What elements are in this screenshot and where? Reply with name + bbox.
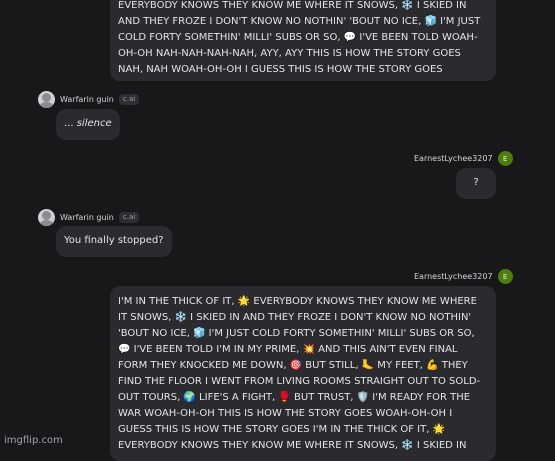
message-header-user: EarnestLychee3207 E — [414, 151, 513, 166]
message-header-user: EarnestLychee3207 E — [414, 269, 513, 284]
message-bubble-user: I'M IN THE THICK OF IT, 🌟 EVERYBODY KNOW… — [110, 286, 496, 461]
message-bubble-user-top: EVERYBODY KNOWS THEY KNOW ME WHERE IT SN… — [110, 0, 496, 81]
message-header-bot: Warfarin guin c.ai — [38, 91, 140, 108]
message-text: EVERYBODY KNOWS THEY KNOW ME WHERE IT SN… — [118, 0, 481, 75]
message-text: silence — [76, 118, 112, 129]
sender-name[interactable]: Warfarin guin — [60, 213, 114, 222]
message-bubble-bot: ... silence — [56, 109, 120, 140]
watermark: imgflip.com — [4, 435, 63, 446]
bot-avatar[interactable] — [38, 209, 55, 226]
message-bubble-bot: You finally stopped? — [56, 226, 172, 257]
message-bubble-user: ? — [456, 168, 496, 199]
message-header-bot: Warfarin guin c.ai — [38, 209, 140, 226]
message-text: ? — [473, 177, 479, 188]
cai-badge: c.ai — [118, 212, 140, 223]
bot-avatar[interactable] — [38, 91, 55, 108]
user-avatar[interactable]: E — [497, 151, 513, 166]
cai-badge: c.ai — [118, 94, 140, 105]
message-prefix: ... — [64, 118, 77, 129]
message-text: You finally stopped? — [64, 235, 164, 246]
sender-name[interactable]: EarnestLychee3207 — [414, 272, 493, 281]
user-avatar[interactable]: E — [497, 269, 513, 284]
sender-name[interactable]: EarnestLychee3207 — [414, 154, 493, 163]
sender-name[interactable]: Warfarin guin — [60, 95, 114, 104]
message-text: I'M IN THE THICK OF IT, 🌟 EVERYBODY KNOW… — [118, 296, 481, 451]
